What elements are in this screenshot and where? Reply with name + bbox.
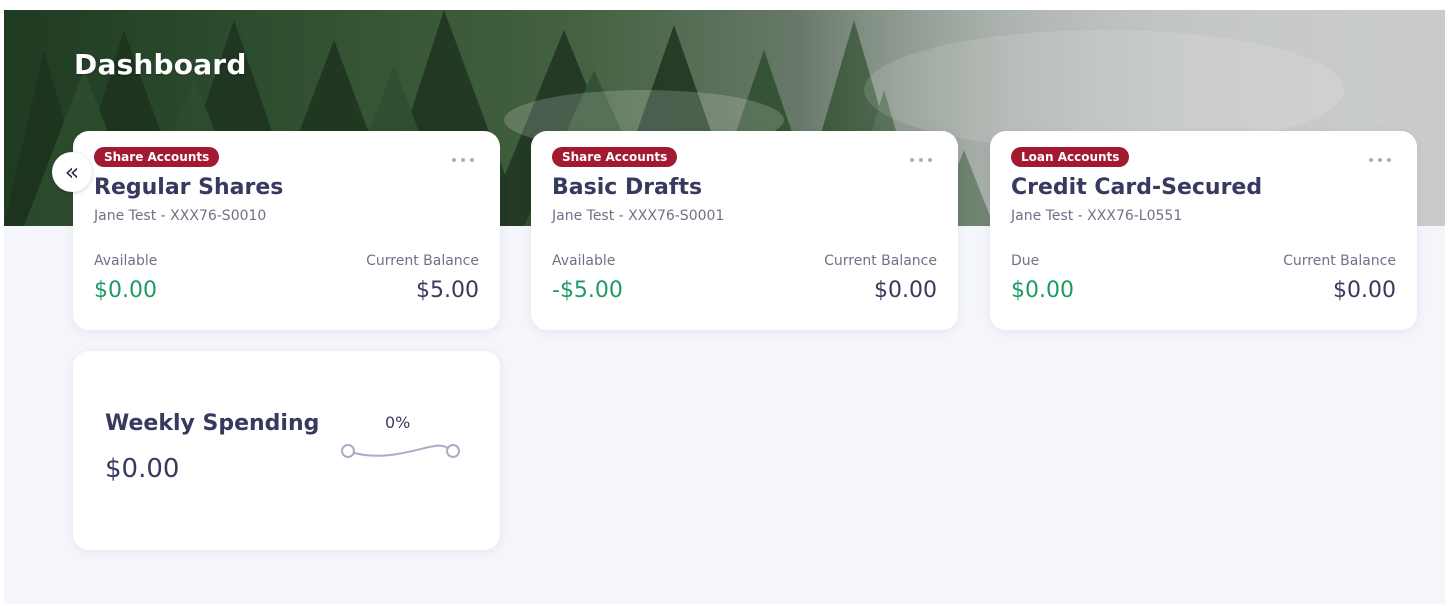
account-type-badge: Share Accounts (94, 147, 220, 167)
account-card-basic-drafts[interactable]: Share Accounts Basic Drafts Jane Test - … (531, 131, 958, 330)
account-type-badge: Loan Accounts (1011, 147, 1130, 167)
current-balance-label: Current Balance (366, 253, 479, 269)
account-subtitle: Jane Test - XXX76-L0551 (1011, 208, 1183, 224)
collapse-sidebar-button[interactable]: « (52, 152, 92, 192)
account-type-badge: Share Accounts (552, 147, 678, 167)
available-label: Available (552, 253, 616, 269)
page-title: Dashboard (74, 48, 247, 81)
more-horizontal-icon[interactable] (452, 157, 474, 163)
available-label: Available (94, 253, 158, 269)
available-value: $0.00 (94, 278, 157, 303)
current-balance-value: $0.00 (874, 278, 937, 303)
due-label: Due (1011, 253, 1040, 269)
account-name[interactable]: Basic Drafts (552, 175, 702, 200)
current-balance-value: $5.00 (416, 278, 479, 303)
account-subtitle: Jane Test - XXX76-S0001 (552, 208, 725, 224)
account-subtitle: Jane Test - XXX76-S0010 (94, 208, 267, 224)
more-horizontal-icon[interactable] (910, 157, 932, 163)
current-balance-label: Current Balance (1283, 253, 1396, 269)
app-frame: Dashboard « Share Accounts Regular Share… (4, 10, 1445, 604)
more-horizontal-icon[interactable] (1369, 157, 1391, 163)
current-balance-label: Current Balance (824, 253, 937, 269)
due-value: $0.00 (1011, 278, 1074, 303)
double-chevron-left-icon: « (64, 158, 80, 186)
weekly-spending-card[interactable]: Weekly Spending $0.00 0% (73, 351, 500, 550)
account-card-regular-shares[interactable]: Share Accounts Regular Shares Jane Test … (73, 131, 500, 330)
current-balance-value: $0.00 (1333, 278, 1396, 303)
weekly-spending-title: Weekly Spending (105, 411, 320, 436)
weekly-spending-amount: $0.00 (105, 454, 180, 484)
available-value: -$5.00 (552, 278, 623, 303)
account-card-credit-card-secured[interactable]: Loan Accounts Credit Card-Secured Jane T… (990, 131, 1417, 330)
weekly-spending-change-percent: 0% (385, 413, 411, 432)
account-name[interactable]: Credit Card-Secured (1011, 175, 1262, 200)
sparkline-icon (341, 444, 460, 458)
account-name[interactable]: Regular Shares (94, 175, 283, 200)
